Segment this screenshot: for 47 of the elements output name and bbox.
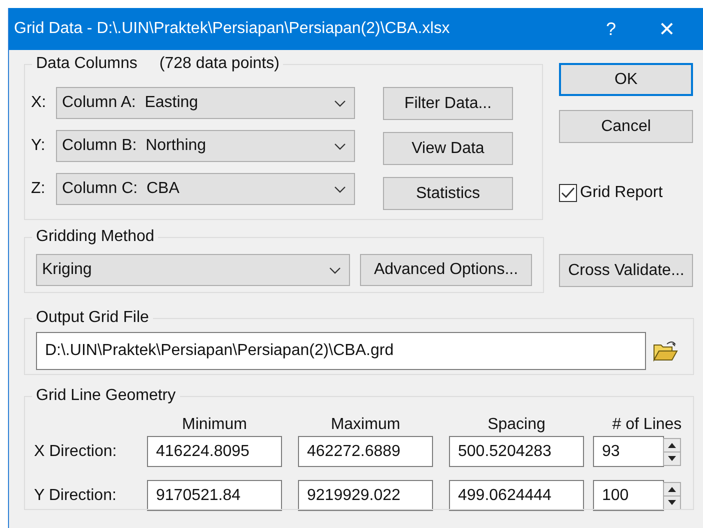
file-path-field[interactable]: D:\.UIN\Praktek\Persiapan\Persiapan(2)\CBA.grd	[36, 332, 646, 370]
check-icon	[561, 187, 575, 199]
axis-label: Z:	[31, 180, 46, 198]
number-field[interactable]: 416224.8095	[147, 436, 282, 467]
help-button[interactable]: ?	[583, 8, 639, 50]
column-header: Maximum	[330, 416, 402, 434]
number-field[interactable]: 500.5204283	[449, 436, 584, 467]
button[interactable]: Statistics	[383, 177, 513, 210]
chevron-icon	[334, 100, 346, 106]
button[interactable]: Filter Data...	[383, 87, 513, 120]
group-title: Output Grid File	[36, 308, 149, 328]
row-label: X Direction:	[34, 442, 118, 460]
chevron-icon	[329, 266, 341, 274]
data-point-count: (728 data points)	[159, 54, 280, 74]
checkbox-label: Grid Report	[580, 184, 663, 202]
advanced-options-button[interactable]: Advanced Options...	[360, 254, 532, 286]
column-header: # of Lines	[611, 416, 683, 434]
column-header: Minimum	[181, 416, 248, 434]
number-field[interactable]: 9170521.84	[147, 480, 282, 511]
group-title: Gridding Method	[36, 227, 154, 247]
cross-validate-button[interactable]: Cross Validate...	[559, 254, 693, 287]
column-header: Spacing	[486, 416, 546, 434]
dropdown[interactable]: Column C: CBA	[56, 173, 355, 205]
chevron-icon	[334, 186, 346, 192]
dropdown[interactable]: Column A: Easting	[56, 87, 355, 119]
dropdown[interactable]: Kriging	[36, 254, 350, 286]
dialog-button[interactable]: OK	[559, 63, 693, 96]
dropdown[interactable]: Column B: Northing	[56, 130, 355, 162]
checkbox[interactable]	[559, 184, 577, 202]
number-field[interactable]: 462272.6889	[298, 436, 433, 467]
group-title: Data Columns	[36, 54, 138, 74]
number-field[interactable]: 9219929.022	[298, 480, 433, 511]
open-folder-icon[interactable]	[652, 340, 678, 362]
group-title: Grid Line Geometry	[36, 386, 176, 406]
number-field[interactable]: 93	[593, 436, 664, 467]
axis-label: X:	[31, 94, 48, 112]
number-field[interactable]: 499.0624444	[449, 480, 584, 511]
number-field[interactable]: 100	[593, 480, 664, 511]
dialog-button[interactable]: Cancel	[559, 110, 693, 143]
axis-label: Y:	[31, 137, 46, 155]
row-label: Y Direction:	[34, 486, 118, 504]
chevron-icon	[334, 142, 346, 150]
spinner-icon	[663, 482, 681, 510]
window-title: Grid Data - D:\.UIN\Praktek\Persiapan\Persiapan(2)\CBA.xlsx	[14, 20, 451, 38]
close-button[interactable]: ✕	[639, 8, 695, 50]
spinner-icon	[663, 438, 681, 466]
button[interactable]: View Data	[383, 132, 513, 165]
